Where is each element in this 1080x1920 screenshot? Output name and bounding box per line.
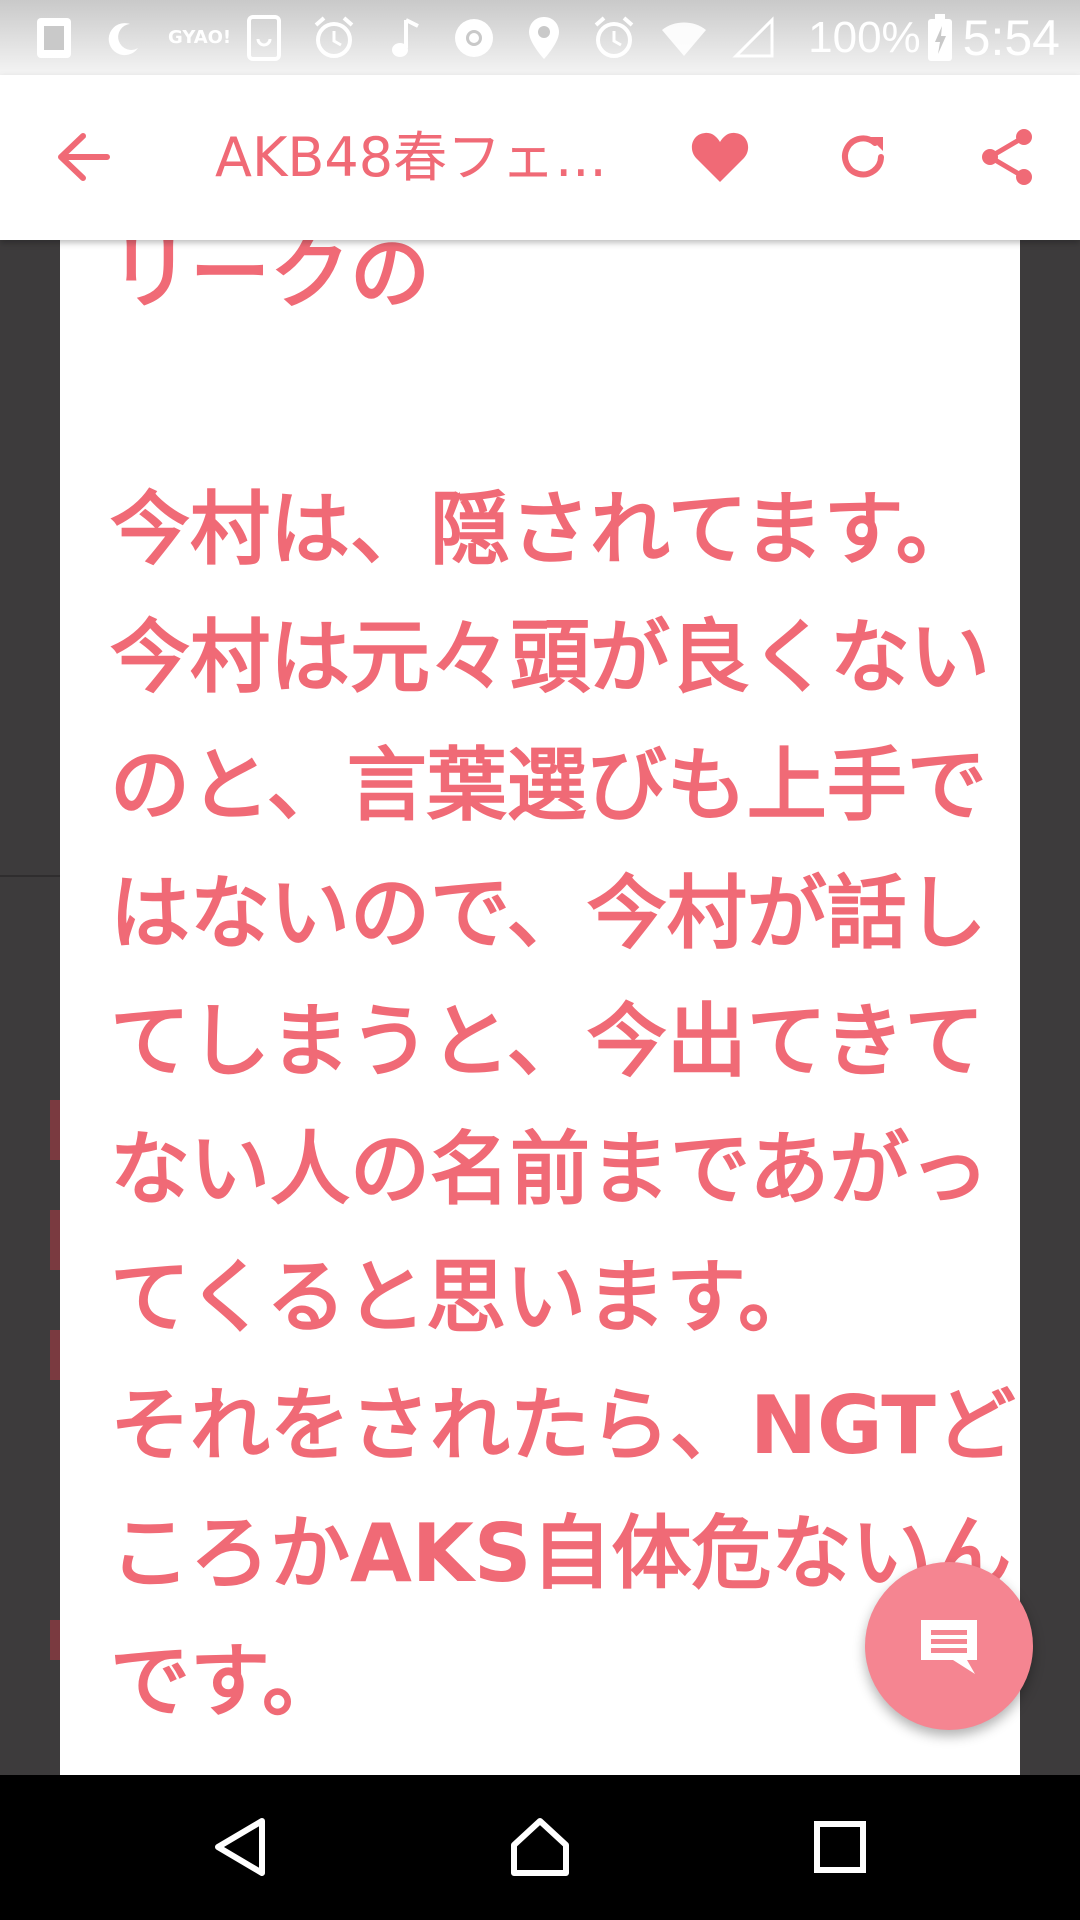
app-bar: AKB48春フェ... [0,75,1080,240]
location-icon [518,12,570,64]
nav-back-button[interactable] [190,1797,290,1897]
background-mark [50,1100,60,1160]
battery-charging-icon [927,13,953,62]
favorite-button[interactable] [670,107,770,207]
chrome-icon [448,12,500,64]
share-icon [982,129,1032,185]
post-line: のと、言葉選びも上手で [110,739,987,832]
post-line: ころかAKS自体危ないん [110,1507,1012,1600]
tablet-icon [238,12,290,64]
music-note-icon [378,12,430,64]
post-content-card: リークの 今村は、隠されてます。 今村は元々頭が良くない のと、言葉選びも上手で… [60,240,1020,1775]
gyao-icon: GYAO! [168,26,232,48]
status-bar: GYAO! 100% 5:54 [0,0,1080,75]
nav-home-button[interactable] [490,1797,590,1897]
sim-icon [28,12,80,64]
nav-recents-button[interactable] [790,1797,890,1897]
background-mark [50,1210,60,1270]
comment-fab-button[interactable] [865,1562,1033,1730]
battery-percentage: 100% [808,12,921,62]
navigation-bar [0,1775,1080,1920]
post-text: リークの 今村は、隠されてます。 今村は元々頭が良くない のと、言葉選びも上手で… [110,240,1016,1746]
clock: 5:54 [962,9,1060,66]
arrow-left-icon [58,133,110,181]
wifi-icon [658,12,710,64]
moon-icon [98,12,150,64]
post-line: それをされたら、NGTど [110,1379,1016,1472]
nav-back-icon [215,1818,265,1876]
post-line: です。 [110,1635,342,1728]
post-line: てしまうと、今出てきて [110,995,985,1088]
post-line: 今村は元々頭が良くない [110,611,990,704]
back-button[interactable] [33,107,133,207]
background-mark [50,1330,60,1380]
post-line: リークの [110,240,430,320]
post-line: はないので、今村が話し [110,867,987,960]
post-line: てくると思います。 [110,1251,818,1344]
background-mark [50,1620,60,1660]
reload-button[interactable] [813,107,913,207]
page-title: AKB48春フェ... [215,126,607,189]
heart-icon [691,132,749,182]
reload-icon [842,135,884,178]
screen: GYAO! 100% 5:54 AKB48春フェ... リークの 今村は、隠され… [0,0,1080,1920]
nav-home-icon [511,1818,569,1876]
share-button[interactable] [958,107,1058,207]
background-divider [0,875,60,877]
nav-recents-icon [814,1821,866,1873]
alarm-icon [308,12,360,64]
post-line [110,338,990,466]
post-line: ない人の名前まであがっ [110,1123,990,1216]
background-right-edge [1020,240,1080,1775]
post-line: 今村は、隠されてます。 [110,483,976,576]
cell-signal-icon [728,12,780,64]
alarm-icon [588,12,640,64]
comment-icon [921,1620,977,1674]
